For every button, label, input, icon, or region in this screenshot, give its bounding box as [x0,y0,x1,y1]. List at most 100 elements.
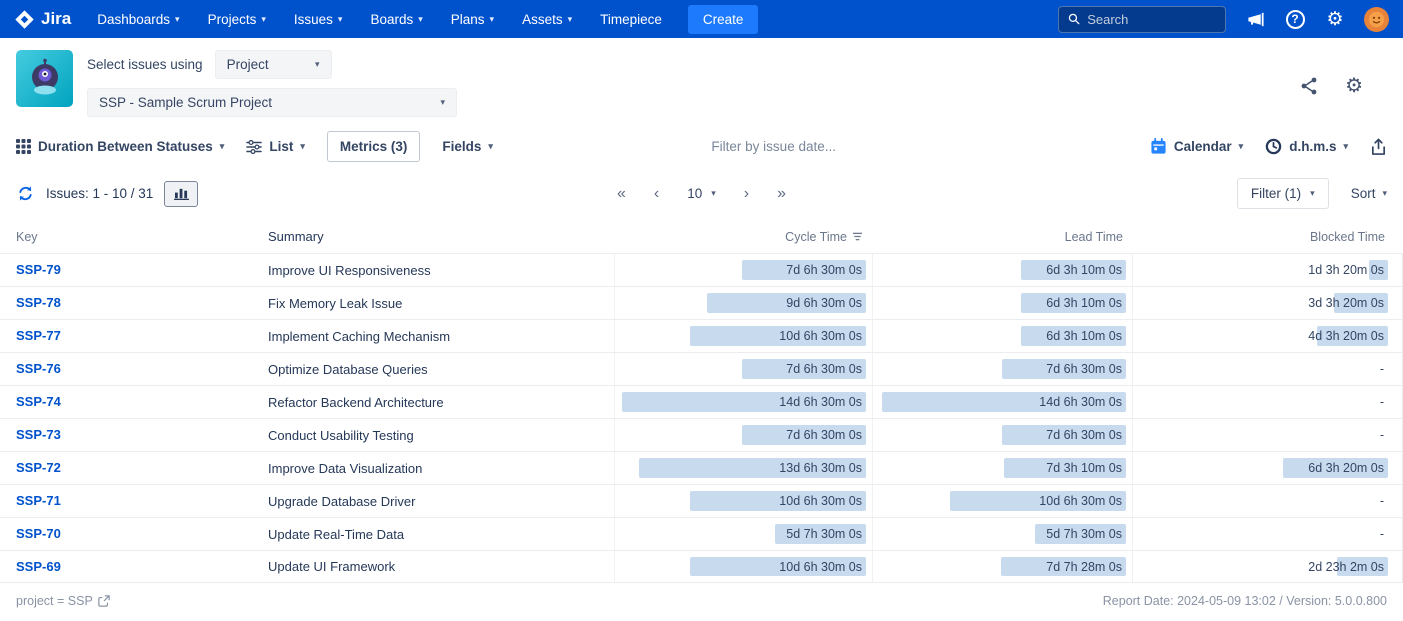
issue-key-link[interactable]: SSP-73 [16,427,61,442]
next-page-button[interactable]: › [744,186,749,202]
summary-cell: Fix Memory Leak Issue [268,296,614,311]
gear-icon: ⚙ [1345,76,1363,96]
issue-key-link[interactable]: SSP-72 [16,460,61,475]
help-button[interactable]: ? [1284,8,1306,30]
metrics-button[interactable]: Metrics (3) [327,131,421,162]
column-header-blocked-time: Blocked Time [1133,230,1395,244]
issue-key-link[interactable]: SSP-69 [16,559,61,574]
share-button[interactable] [1299,76,1319,96]
date-filter-wrap [515,139,1128,154]
issue-key-link[interactable]: SSP-77 [16,328,61,343]
user-avatar[interactable] [1364,7,1389,32]
question-mark-icon: ? [1286,10,1305,29]
search-icon [1068,12,1080,26]
time-format-dropdown[interactable]: d.h.m.s ▾ [1265,138,1348,155]
project-dropdown[interactable]: SSP - Sample Scrum Project ▾ [87,88,457,117]
issue-key-link[interactable]: SSP-79 [16,262,61,277]
report-settings-button[interactable]: ⚙ [1345,76,1363,96]
chevron-down-icon: ▾ [1239,141,1244,152]
select-mode-dropdown[interactable]: Project ▾ [215,50,332,79]
nav-menu-item[interactable]: Projects ▾ [208,12,266,27]
table-body: SSP-79 Improve UI Responsiveness 7d 6h 3… [0,253,1403,583]
nav-menu-item[interactable]: Boards ▾ [370,12,422,27]
lead-time-cell: 10d 6h 30m 0s [872,485,1132,517]
column-filter-icon[interactable] [852,232,863,241]
key-cell: SSP-74 [0,393,268,411]
issue-source-selects: Select issues using Project ▾ SSP - Samp… [87,50,457,117]
chart-view-toggle[interactable] [164,181,198,207]
issue-key-link[interactable]: SSP-78 [16,295,61,310]
nav-item-label: Boards [370,12,413,27]
nav-menu-item[interactable]: Assets ▾ [522,12,572,27]
cycle-time-value: 10d 6h 30m 0s [779,485,862,517]
cycle-time-cell: 10d 6h 30m 0s [614,320,872,352]
page-size-dropdown[interactable]: 10 ▾ [687,186,716,201]
cycle-time-value: 7d 6h 30m 0s [786,353,862,385]
last-page-button[interactable]: » [777,186,786,202]
blocked-time-value: - [1380,485,1384,517]
blocked-time-value: 1d 3h 20m 0s [1308,254,1384,286]
calendar-dropdown[interactable]: Calendar ▾ [1150,138,1243,155]
search-input[interactable] [1087,12,1216,27]
megaphone-icon [1246,10,1265,29]
column-header-cycle-time: Cycle Time [615,230,873,244]
filter-button[interactable]: Filter (1) ▾ [1237,178,1329,209]
blocked-time-cell: - [1132,518,1394,550]
blocked-time-cell: 1d 3h 20m 0s [1132,254,1394,286]
filter-label: Filter (1) [1251,186,1301,201]
cycle-time-value: 10d 6h 30m 0s [779,320,862,352]
lead-time-cell: 6d 3h 10m 0s [872,287,1132,319]
key-cell: SSP-72 [0,459,268,477]
sort-dropdown[interactable]: Sort ▾ [1351,186,1387,201]
chevron-down-icon: ▾ [488,141,493,152]
jira-logo[interactable]: Jira [14,9,71,30]
column-header-summary: Summary [268,229,615,244]
issue-date-filter-input[interactable] [711,139,931,154]
create-button[interactable]: Create [688,5,759,34]
lead-time-cell: 5d 7h 30m 0s [872,518,1132,550]
refresh-button[interactable] [16,184,35,203]
cycle-time-cell: 7d 6h 30m 0s [614,419,872,451]
lead-time-value: 6d 3h 10m 0s [1046,254,1122,286]
lead-time-cell: 7d 6h 30m 0s [872,419,1132,451]
cycle-time-header-label: Cycle Time [785,230,847,244]
nav-menu-item[interactable]: Timepiece [600,12,662,27]
export-button[interactable] [1370,138,1387,156]
issue-key-link[interactable]: SSP-70 [16,526,61,541]
nav-menu-item[interactable]: Dashboards ▾ [97,12,179,27]
global-search[interactable] [1058,6,1226,33]
summary-cell: Conduct Usability Testing [268,428,614,443]
settings-button[interactable]: ⚙ [1324,8,1346,30]
chevron-down-icon: ▾ [490,15,495,24]
select-mode-value: Project [227,57,269,72]
lead-time-value: 14d 6h 30m 0s [1039,386,1122,418]
app-logo[interactable] [16,50,73,107]
view-dropdown[interactable]: List ▾ [246,139,305,154]
summary-cell: Update Real-Time Data [268,527,614,542]
lead-time-cell: 14d 6h 30m 0s [872,386,1132,418]
issue-key-link[interactable]: SSP-76 [16,361,61,376]
chevron-down-icon: ▾ [315,60,320,69]
blocked-time-cell: 3d 3h 20m 0s [1132,287,1394,319]
cycle-time-cell: 13d 6h 30m 0s [614,452,872,484]
lead-time-cell: 6d 3h 10m 0s [872,320,1132,352]
jql-link[interactable]: project = SSP [16,594,110,608]
fields-dropdown[interactable]: Fields ▾ [442,139,493,154]
nav-item-label: Dashboards [97,12,170,27]
nav-menu: Dashboards ▾ Projects ▾ Issues ▾ Boards … [97,12,662,27]
issues-bar-left: Issues: 1 - 10 / 31 [16,181,198,207]
prev-page-button[interactable]: ‹ [654,186,659,202]
nav-menu-item[interactable]: Plans ▾ [451,12,494,27]
issue-key-link[interactable]: SSP-71 [16,493,61,508]
nav-menu-item[interactable]: Issues ▾ [294,12,343,27]
report-type-dropdown[interactable]: Duration Between Statuses ▾ [16,139,224,154]
summary-cell: Optimize Database Queries [268,362,614,377]
lead-time-cell: 6d 3h 10m 0s [872,254,1132,286]
announcements-button[interactable] [1244,8,1266,30]
summary-cell: Update UI Framework [268,559,614,574]
issue-key-link[interactable]: SSP-74 [16,394,61,409]
header-actions: ⚙ [1299,50,1387,117]
first-page-button[interactable]: « [617,186,626,202]
share-icon [1299,76,1319,96]
summary-cell: Implement Caching Mechanism [268,329,614,344]
